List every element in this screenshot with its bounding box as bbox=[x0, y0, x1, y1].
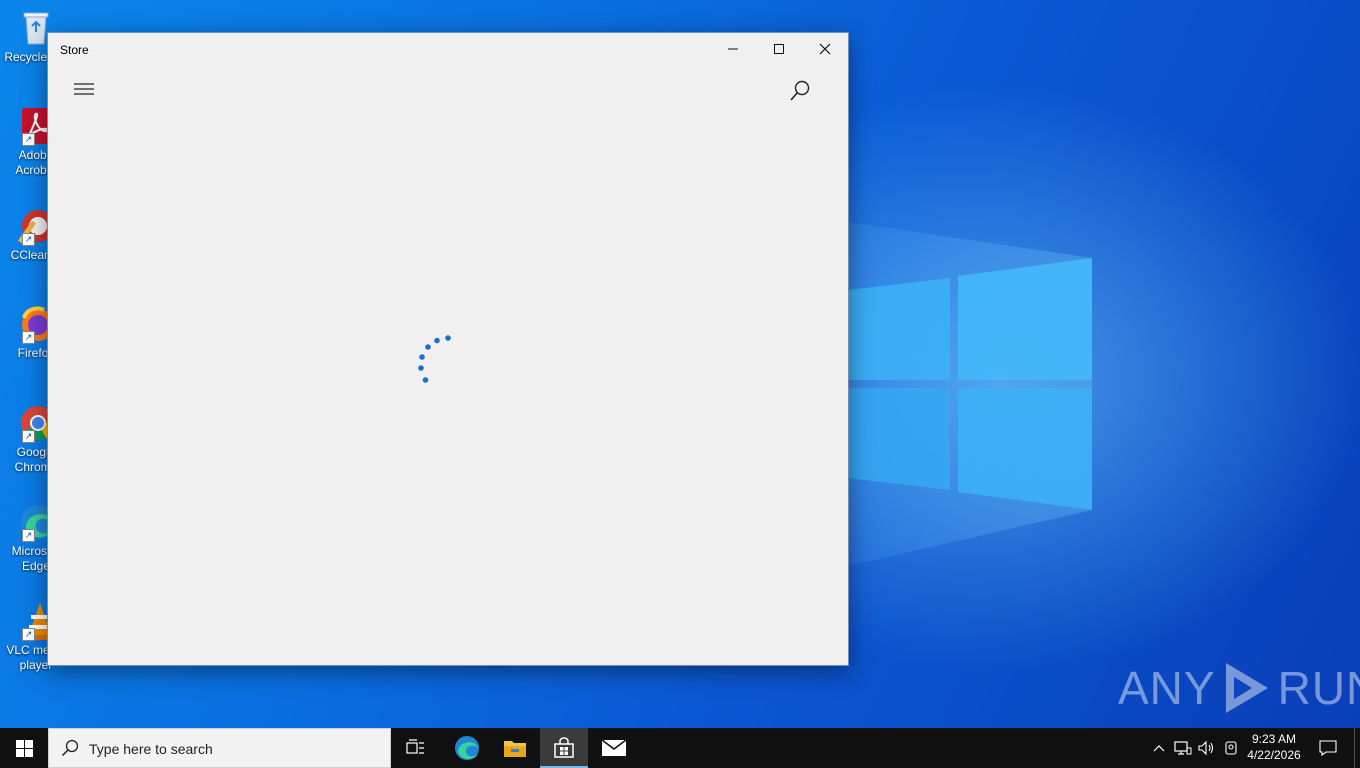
taskbar-mail[interactable] bbox=[590, 728, 638, 768]
taskbar-edge[interactable] bbox=[443, 728, 491, 768]
close-icon bbox=[819, 43, 831, 55]
task-view-button[interactable] bbox=[392, 728, 440, 768]
loading-spinner-icon bbox=[418, 335, 451, 383]
volume-icon bbox=[1198, 740, 1214, 756]
clock-time: 9:23 AM bbox=[1251, 732, 1297, 746]
close-button[interactable] bbox=[802, 33, 848, 65]
shortcut-arrow-icon: ↗ bbox=[22, 331, 35, 344]
store-search-button[interactable] bbox=[784, 75, 816, 107]
shortcut-arrow-icon: ↗ bbox=[22, 430, 35, 443]
play-logo-icon bbox=[1225, 663, 1268, 713]
window-title: Store bbox=[60, 43, 89, 57]
clock-date: 4/22/2026 bbox=[1247, 748, 1301, 762]
maximize-icon bbox=[774, 44, 784, 54]
search-placeholder: Type here to search bbox=[89, 741, 213, 757]
shortcut-arrow-icon: ↗ bbox=[22, 133, 35, 146]
minimize-icon bbox=[728, 48, 738, 50]
anyrun-watermark: ANY RUN bbox=[1118, 658, 1360, 718]
network-tray-button[interactable] bbox=[1172, 728, 1194, 768]
taskbar: Type here to search 9:23 AM 4/22/2026 bbox=[0, 728, 1360, 768]
task-view-icon bbox=[406, 739, 424, 754]
search-icon bbox=[790, 80, 810, 101]
input-tray-button[interactable] bbox=[1220, 728, 1242, 768]
watermark-text-left: ANY bbox=[1118, 662, 1216, 714]
taskbar-search-box[interactable]: Type here to search bbox=[48, 728, 391, 768]
chevron-up-icon bbox=[1153, 745, 1165, 752]
edge-icon bbox=[455, 736, 479, 760]
folder-icon bbox=[504, 741, 526, 757]
minimize-button[interactable] bbox=[710, 33, 756, 65]
show-desktop-divider[interactable] bbox=[1354, 728, 1355, 768]
windows-start-icon bbox=[15, 739, 33, 757]
action-center-button[interactable] bbox=[1312, 728, 1344, 768]
shortcut-arrow-icon: ↗ bbox=[22, 529, 35, 542]
show-hidden-icons-button[interactable] bbox=[1150, 728, 1168, 768]
store-bag-icon bbox=[554, 737, 574, 758]
notification-icon bbox=[1319, 740, 1337, 756]
store-window: Store bbox=[48, 33, 848, 665]
meet-now-icon bbox=[1225, 741, 1237, 755]
taskbar-store[interactable] bbox=[540, 728, 588, 768]
hamburger-icon bbox=[74, 83, 94, 95]
start-button[interactable] bbox=[0, 728, 48, 768]
search-icon bbox=[61, 739, 79, 757]
taskbar-clock[interactable]: 9:23 AM 4/22/2026 bbox=[1242, 731, 1306, 763]
volume-tray-button[interactable] bbox=[1196, 728, 1218, 768]
shortcut-arrow-icon: ↗ bbox=[22, 628, 35, 641]
taskbar-file-explorer[interactable] bbox=[491, 728, 539, 768]
maximize-button[interactable] bbox=[756, 33, 802, 65]
navigation-menu-button[interactable] bbox=[70, 77, 98, 101]
mail-icon bbox=[601, 739, 627, 756]
app-bar bbox=[48, 65, 848, 113]
shortcut-arrow-icon: ↗ bbox=[22, 233, 35, 246]
watermark-text-right: RUN bbox=[1277, 662, 1360, 714]
network-icon bbox=[1174, 741, 1192, 755]
title-bar[interactable]: Store bbox=[48, 33, 848, 65]
